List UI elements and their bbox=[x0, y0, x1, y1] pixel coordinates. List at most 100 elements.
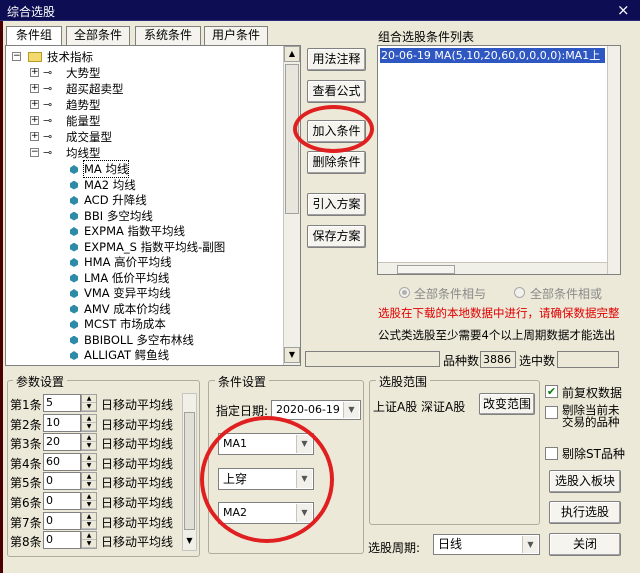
tree-group-row[interactable]: + ⊸ 成交量型 bbox=[6, 129, 276, 145]
delete-condition-button[interactable]: 删除条件 bbox=[307, 151, 366, 174]
spin-up-icon[interactable]: ▲ bbox=[82, 415, 96, 423]
tree-item-row[interactable]: ALLIGAT 鳄鱼线 bbox=[6, 347, 276, 363]
tree-root-row[interactable]: − 技术指标 bbox=[6, 49, 276, 65]
indicator-a-select[interactable]: MA1 ▼ bbox=[218, 433, 314, 455]
date-dropdown-icon[interactable]: ▼ bbox=[343, 402, 359, 418]
import-plan-button[interactable]: 引入方案 bbox=[307, 193, 366, 216]
spin-down-icon[interactable]: ▼ bbox=[82, 462, 96, 470]
operator-select[interactable]: 上穿 ▼ bbox=[218, 468, 314, 490]
add-to-board-button[interactable]: 选股入板块 bbox=[549, 470, 621, 493]
tree-scrollbar[interactable]: ▲ ▼ bbox=[283, 46, 300, 365]
expand-icon[interactable]: + bbox=[30, 68, 39, 77]
expand-icon[interactable]: + bbox=[30, 84, 39, 93]
spin-down-icon[interactable]: ▼ bbox=[82, 442, 96, 451]
chevron-down-icon[interactable]: ▼ bbox=[296, 435, 312, 453]
save-plan-button[interactable]: 保存方案 bbox=[307, 225, 366, 248]
tab-user-conditions[interactable]: 用户条件 bbox=[204, 26, 268, 45]
spin-down-icon[interactable]: ▼ bbox=[82, 481, 96, 490]
tree-item-row[interactable]: HMA 高价平均线 bbox=[6, 254, 276, 270]
tree-item-row[interactable]: EXPMA_S 指数平均线-副图 bbox=[6, 239, 276, 255]
tree-group-row[interactable]: − ⊸ 均线型 bbox=[6, 145, 276, 161]
tree-group-row[interactable]: + ⊸ 大势型 bbox=[6, 65, 276, 81]
params-scroll-thumb[interactable] bbox=[184, 412, 195, 530]
collapse-icon[interactable]: − bbox=[30, 148, 39, 157]
param-spinner[interactable]: ▲ ▼ bbox=[81, 394, 97, 412]
param-value-input[interactable]: 0 bbox=[43, 492, 81, 510]
tree-group-row[interactable]: + ⊸ 能量型 bbox=[6, 113, 276, 129]
expand-icon[interactable]: + bbox=[30, 116, 39, 125]
tree-item-row[interactable]: AMV 成本价均线 bbox=[6, 301, 276, 317]
condition-list[interactable]: 20-06-19 MA(5,10,20,60,0,0,0,0):MA1上 bbox=[377, 45, 621, 275]
param-spinner[interactable]: ▲ ▼ bbox=[81, 452, 97, 471]
pre-adjust-checkbox[interactable]: ✔ bbox=[545, 385, 558, 398]
spin-down-icon[interactable]: ▼ bbox=[82, 540, 96, 549]
param-value-input[interactable]: 0 bbox=[43, 531, 81, 550]
run-selection-button[interactable]: 执行选股 bbox=[549, 501, 621, 524]
spin-up-icon[interactable]: ▲ bbox=[82, 493, 96, 501]
change-scope-button[interactable]: 改变范围 bbox=[479, 393, 535, 415]
tree-item-row[interactable]: VMA 变异平均线 bbox=[6, 285, 276, 301]
radio-or[interactable] bbox=[514, 287, 525, 298]
spin-up-icon[interactable]: ▲ bbox=[82, 434, 96, 443]
param-value-input[interactable]: 0 bbox=[43, 472, 81, 491]
params-scroll-down-icon[interactable]: ▼ bbox=[183, 536, 196, 545]
tree-item-row[interactable]: BBI 多空均线 bbox=[6, 208, 276, 224]
view-formula-button[interactable]: 查看公式 bbox=[307, 80, 366, 103]
list-hscroll-thumb[interactable] bbox=[397, 265, 455, 274]
expand-icon[interactable]: + bbox=[30, 100, 39, 109]
param-spinner[interactable]: ▲ ▼ bbox=[81, 472, 97, 491]
add-condition-button[interactable]: 加入条件 bbox=[307, 120, 366, 143]
expand-icon[interactable]: + bbox=[30, 132, 39, 141]
chevron-down-icon[interactable]: ▼ bbox=[522, 536, 538, 553]
scroll-thumb[interactable] bbox=[285, 64, 299, 214]
collapse-icon[interactable]: − bbox=[12, 52, 21, 61]
tree-group-row[interactable]: + ⊸ 趋势型 bbox=[6, 97, 276, 113]
scroll-up-icon[interactable]: ▲ bbox=[284, 46, 300, 62]
list-vscroll[interactable] bbox=[607, 46, 620, 274]
spin-up-icon[interactable]: ▲ bbox=[82, 395, 96, 403]
param-value-input[interactable]: 60 bbox=[43, 452, 81, 471]
indicator-tree[interactable]: − 技术指标 + ⊸ 大势型 + ⊸ 超买超卖型 + ⊸ 趋势型 + ⊸ 能量型 + ⊸ 成交量型 − ⊸ 均线型… bbox=[6, 46, 283, 365]
param-value-input[interactable]: 5 bbox=[43, 394, 81, 412]
chevron-down-icon[interactable]: ▼ bbox=[296, 470, 312, 488]
radio-and[interactable] bbox=[399, 287, 410, 298]
param-value-input[interactable]: 20 bbox=[43, 433, 81, 452]
tree-item-row[interactable]: BBIBOLL 多空布林线 bbox=[6, 332, 276, 348]
spin-down-icon[interactable]: ▼ bbox=[82, 521, 96, 529]
spin-down-icon[interactable]: ▼ bbox=[82, 423, 96, 431]
date-picker[interactable]: 2020-06-19 ▼ bbox=[271, 400, 361, 420]
spin-up-icon[interactable]: ▲ bbox=[82, 454, 96, 462]
spin-up-icon[interactable]: ▲ bbox=[82, 473, 96, 482]
tree-group-row[interactable]: + ⊸ 超买超卖型 bbox=[6, 81, 276, 97]
period-select[interactable]: 日线 ▼ bbox=[433, 534, 540, 555]
exclude-st-checkbox[interactable] bbox=[545, 447, 558, 460]
spin-down-icon[interactable]: ▼ bbox=[82, 501, 96, 509]
tree-item-row[interactable]: MA2 均线 bbox=[6, 177, 276, 193]
tree-item-row[interactable]: ACD 升降线 bbox=[6, 192, 276, 208]
param-value-input[interactable]: 10 bbox=[43, 413, 81, 432]
spin-up-icon[interactable]: ▲ bbox=[82, 513, 96, 521]
tab-all-conditions[interactable]: 全部条件 bbox=[66, 26, 130, 45]
param-spinner[interactable]: ▲ ▼ bbox=[81, 492, 97, 510]
condition-list-item[interactable]: 20-06-19 MA(5,10,20,60,0,0,0,0):MA1上 bbox=[380, 48, 605, 63]
params-scrollbar[interactable]: ▼ bbox=[182, 393, 197, 551]
tab-system-conditions[interactable]: 系统条件 bbox=[135, 26, 201, 45]
tab-condition-group[interactable]: 条件组 bbox=[6, 26, 62, 46]
close-button[interactable]: 关闭 bbox=[549, 533, 621, 556]
param-spinner[interactable]: ▲ ▼ bbox=[81, 511, 97, 530]
chevron-down-icon[interactable]: ▼ bbox=[296, 504, 312, 522]
spin-down-icon[interactable]: ▼ bbox=[82, 403, 96, 411]
spin-up-icon[interactable]: ▲ bbox=[82, 532, 96, 541]
tree-item-row[interactable]: LMA 低价平均线 bbox=[6, 270, 276, 286]
usage-button[interactable]: 用法注释 bbox=[307, 48, 366, 71]
param-spinner[interactable]: ▲ ▼ bbox=[81, 531, 97, 550]
tree-item-row[interactable]: MA 均线 bbox=[6, 160, 276, 178]
exclude-suspended-checkbox[interactable] bbox=[545, 406, 558, 419]
param-spinner[interactable]: ▲ ▼ bbox=[81, 433, 97, 452]
param-value-input[interactable]: 0 bbox=[43, 511, 81, 530]
tree-item-row[interactable]: MCST 市场成本 bbox=[6, 316, 276, 332]
close-icon[interactable]: × bbox=[617, 1, 630, 19]
tree-item-row[interactable]: EXPMA 指数平均线 bbox=[6, 223, 276, 239]
scroll-down-icon[interactable]: ▼ bbox=[284, 347, 300, 363]
indicator-b-select[interactable]: MA2 ▼ bbox=[218, 502, 314, 524]
